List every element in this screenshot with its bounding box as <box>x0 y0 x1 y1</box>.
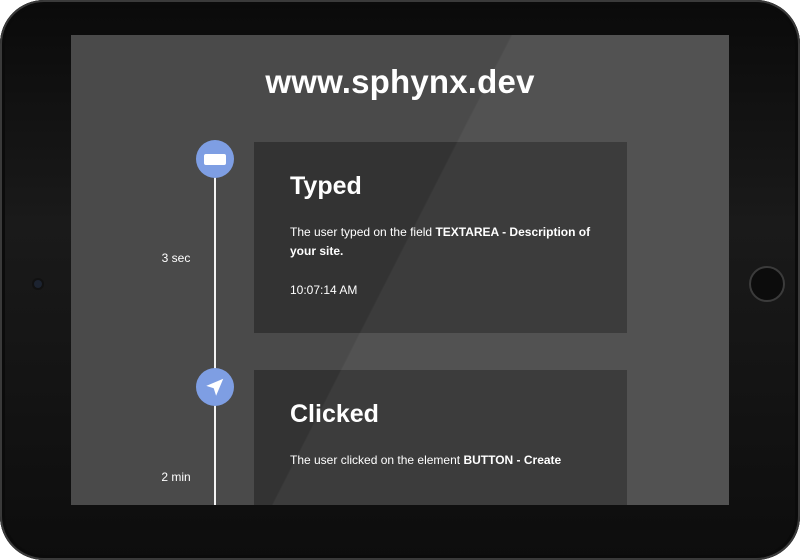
event-timestamp: 10:07:14 AM <box>290 283 358 297</box>
event-card-typed: Typed The user typed on the field TEXTAR… <box>254 142 627 333</box>
event-description: The user clicked on the element BUTTON -… <box>290 451 591 470</box>
event-description-text: The user typed on the field <box>290 225 436 239</box>
tablet-frame: www.sphynx.dev 3 sec Typed The user type… <box>0 0 800 560</box>
screen: www.sphynx.dev 3 sec Typed The user type… <box>71 35 729 505</box>
elapsed-time: 2 min <box>161 470 191 484</box>
site-title: www.sphynx.dev <box>265 63 535 100</box>
event-title: Clicked <box>290 400 379 428</box>
timeline-node-clicked <box>196 368 234 406</box>
elapsed-time: 3 sec <box>161 251 191 265</box>
event-card-clicked: Clicked The user clicked on the element … <box>254 370 627 505</box>
home-button[interactable] <box>749 266 785 302</box>
timeline-line <box>214 160 216 505</box>
cursor-arrow-icon <box>206 378 224 396</box>
front-camera <box>34 280 42 288</box>
keyboard-icon <box>204 153 226 165</box>
event-target: BUTTON - Create <box>463 453 562 467</box>
event-title: Typed <box>290 172 362 200</box>
event-description: The user typed on the field TEXTAREA - D… <box>290 223 591 261</box>
timeline-node-typed <box>196 140 234 178</box>
event-description-text: The user clicked on the element <box>290 453 464 467</box>
